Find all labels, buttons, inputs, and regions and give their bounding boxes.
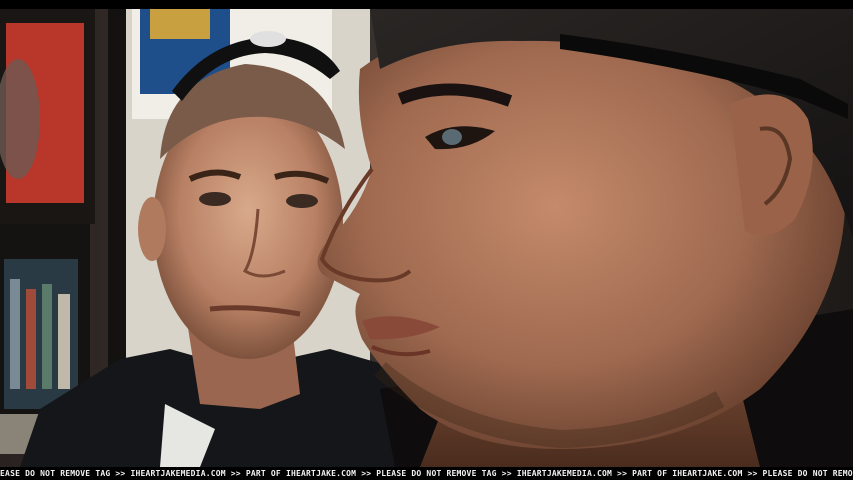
- video-frame: PLEASE DO NOT REMOVE TAG >> IHEARTJAKEME…: [0, 0, 853, 480]
- watermark-text: PLEASE DO NOT REMOVE TAG >> IHEARTJAKEME…: [0, 469, 853, 478]
- scene-illustration: [0, 9, 853, 467]
- film-still: [0, 9, 853, 467]
- watermark-bar: PLEASE DO NOT REMOVE TAG >> IHEARTJAKEME…: [0, 467, 853, 480]
